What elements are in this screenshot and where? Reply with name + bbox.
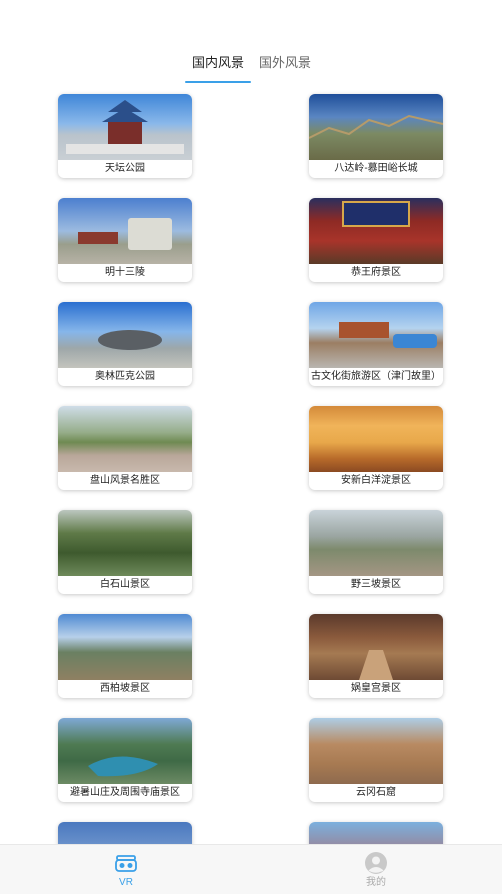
scenic-card-label: 恭王府景区 — [351, 267, 401, 278]
scenic-card-label: 避暑山庄及周围寺庙景区 — [70, 787, 180, 798]
scenic-card-tiantan[interactable]: 天坛公园 — [58, 94, 192, 178]
scenic-card-image — [309, 614, 443, 680]
scenic-card-yesanpo[interactable]: 野三坡景区 — [309, 510, 443, 594]
scenic-card-label: 古文化街旅游区（津门故里） — [311, 371, 441, 382]
scenic-card-label: 安新白洋淀景区 — [341, 475, 411, 486]
scenic-card-image — [309, 406, 443, 472]
scenic-card-image — [309, 302, 443, 368]
scenic-card-label: 奥林匹克公园 — [95, 371, 155, 382]
nav-vr[interactable]: VR — [96, 845, 156, 894]
stele-illustration — [78, 218, 172, 250]
scenic-card-image — [309, 718, 443, 784]
scenic-card-label: 云冈石窟 — [356, 787, 396, 798]
tab-domestic[interactable]: 国内风景 — [185, 52, 251, 84]
scenic-card-image — [58, 302, 192, 368]
scenic-card-image — [58, 718, 192, 784]
scenic-card-mingtombs[interactable]: 明十三陵 — [58, 198, 192, 282]
scenic-card-olympic[interactable]: 奥林匹克公园 — [58, 302, 192, 386]
palace-illustration — [359, 650, 393, 680]
scenic-card-yungang[interactable]: 云冈石窟 — [309, 718, 443, 802]
scenic-card-image — [58, 198, 192, 264]
scenic-card-gongwangfu[interactable]: 恭王府景区 — [309, 198, 443, 282]
temple-illustration — [66, 100, 184, 154]
nav-vr-label: VR — [119, 877, 133, 888]
great-wall-illustration — [309, 114, 443, 139]
scenery-tabs: 国内风景 国外风景 — [0, 52, 502, 84]
scenic-card-image — [309, 510, 443, 576]
scenic-card-label: 野三坡景区 — [351, 579, 401, 590]
active-tab-indicator — [185, 81, 251, 83]
scenic-card-badaling[interactable]: 八达岭-慕田峪长城 — [309, 94, 443, 178]
bottom-navigation: VR 我的 — [0, 844, 502, 894]
user-avatar-icon — [365, 852, 387, 874]
scenic-card-image — [309, 198, 443, 264]
scenic-card-label: 西柏坡景区 — [100, 683, 150, 694]
scenic-card-label: 盘山风景名胜区 — [90, 475, 160, 486]
scenic-card-image — [58, 510, 192, 576]
scenic-card-wahuang[interactable]: 娲皇宫景区 — [309, 614, 443, 698]
nav-mine[interactable]: 我的 — [346, 845, 406, 894]
scenic-card-image — [58, 614, 192, 680]
street-illustration — [339, 322, 437, 348]
vr-headset-icon — [115, 855, 137, 872]
scenic-card-image — [58, 94, 192, 160]
scenic-card-image — [58, 406, 192, 472]
scenic-card-baishishan[interactable]: 白石山景区 — [58, 510, 192, 594]
stadium-illustration — [98, 330, 162, 350]
lake-illustration — [88, 756, 158, 777]
scenic-card-xibaipo[interactable]: 西柏坡景区 — [58, 614, 192, 698]
scenic-card-label: 明十三陵 — [105, 267, 145, 278]
scenic-card-panshan[interactable]: 盘山风景名胜区 — [58, 406, 192, 490]
scenic-card-baiyangdian[interactable]: 安新白洋淀景区 — [309, 406, 443, 490]
tab-foreign[interactable]: 国外风景 — [252, 52, 318, 84]
scenic-card-ancient-street[interactable]: 古文化街旅游区（津门故里） — [309, 302, 443, 386]
scenic-card-label: 天坛公园 — [105, 163, 145, 174]
scenic-card-label: 白石山景区 — [100, 579, 150, 590]
nav-mine-label: 我的 — [366, 877, 386, 888]
scenic-card-mountain-resort[interactable]: 避暑山庄及周围寺庙景区 — [58, 718, 192, 802]
plaque-illustration — [342, 201, 410, 227]
scenic-card-image — [309, 94, 443, 160]
scenic-card-label: 八达岭-慕田峪长城 — [334, 163, 418, 174]
scenic-card-label: 娲皇宫景区 — [351, 683, 401, 694]
